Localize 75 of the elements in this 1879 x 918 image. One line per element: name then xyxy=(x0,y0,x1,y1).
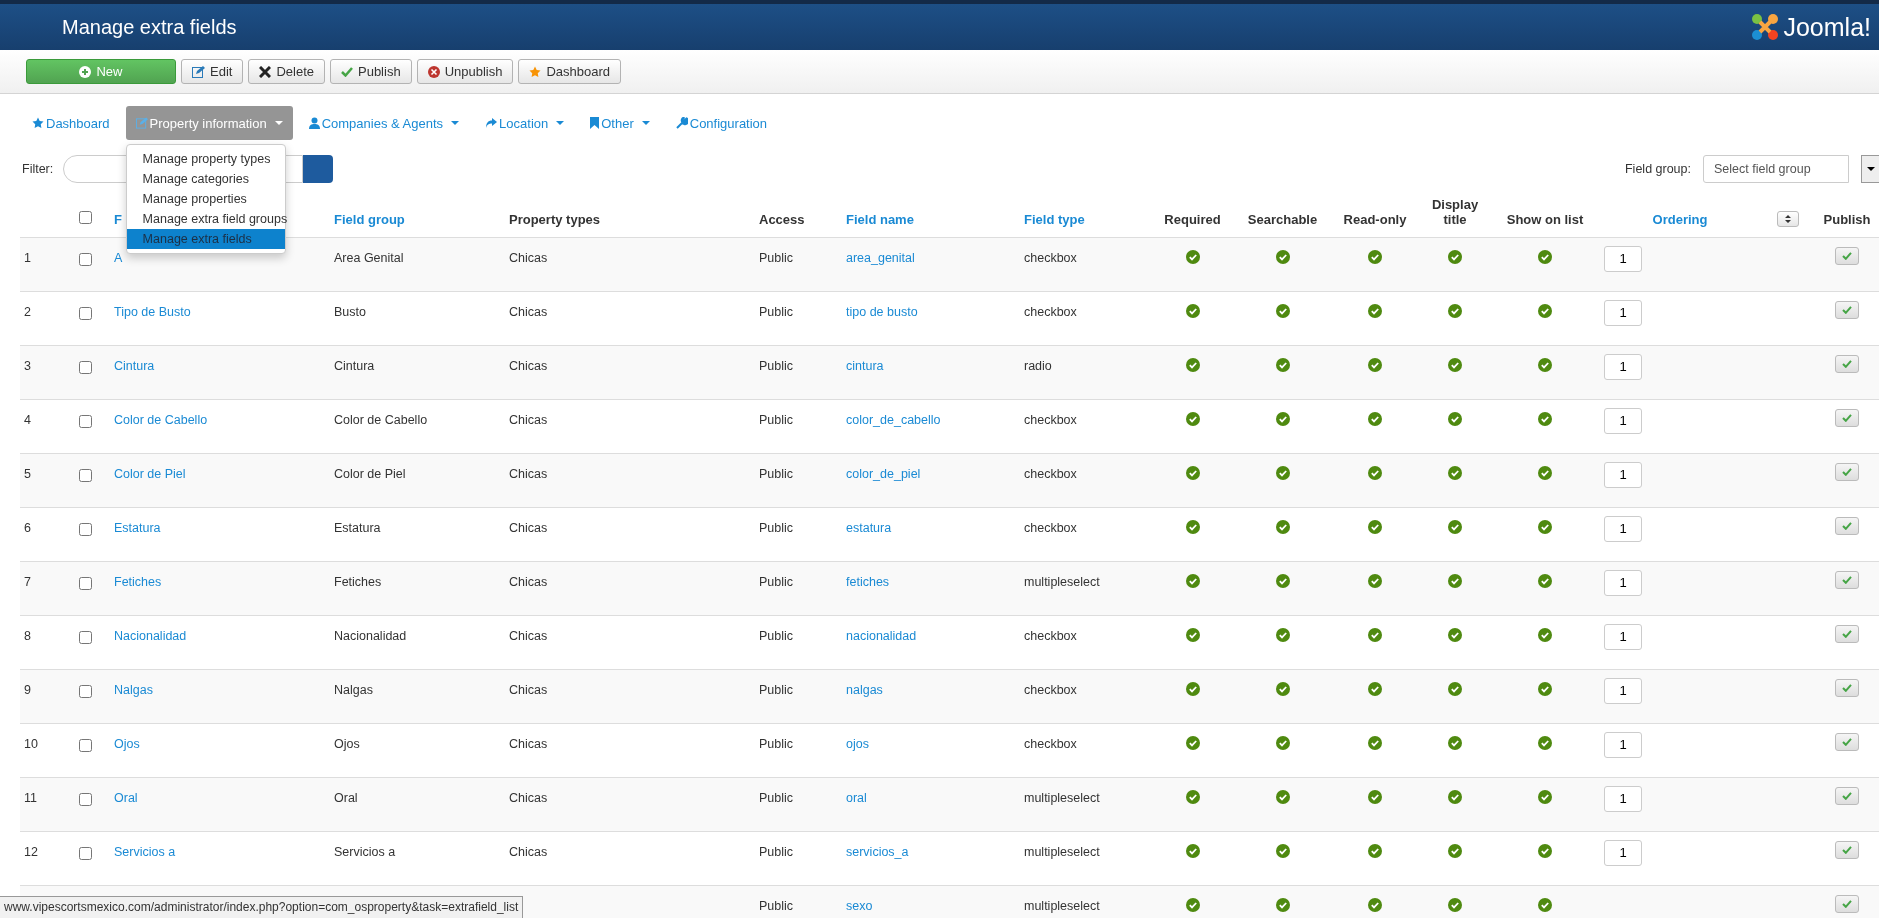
field-group-label: Field group: xyxy=(1625,162,1691,176)
row-number: 9 xyxy=(24,682,31,697)
status-bar-url: www.vipescortsmexico.com/administrator/index.php?option=com_osproperty&task=extrafield_list xyxy=(0,896,524,918)
column-header: Required xyxy=(1164,211,1221,227)
table-cell: checkbox xyxy=(1024,250,1077,265)
column-header: Show on list xyxy=(1506,211,1584,227)
table-cell: Chicas xyxy=(509,412,548,427)
table-cell: checkbox xyxy=(1024,304,1077,319)
row-number: 12 xyxy=(24,844,38,859)
row-number: 10 xyxy=(24,736,38,751)
row-number: 4 xyxy=(24,412,31,427)
table-cell: Public xyxy=(759,898,794,913)
table-cell: Chicas xyxy=(509,844,548,859)
table-cell: multipleselect xyxy=(1024,790,1100,805)
table-cell: checkbox xyxy=(1024,412,1077,427)
table-cell: Cintura xyxy=(334,358,375,373)
table-cell: Chicas xyxy=(509,736,548,751)
page-title: Manage extra fields xyxy=(62,15,237,39)
table-cell: Public xyxy=(759,412,794,427)
table-cell: Nacionalidad xyxy=(334,628,407,643)
table-cell: Chicas xyxy=(509,574,548,589)
row-number: 7 xyxy=(24,574,31,589)
table-cell: Fetiches xyxy=(334,574,382,589)
table-cell: Public xyxy=(759,628,794,643)
filter-label: Filter: xyxy=(22,162,54,176)
table-cell: Chicas xyxy=(509,682,548,697)
table-cell: radio xyxy=(1024,358,1052,373)
table-cell: Color de Piel xyxy=(334,466,406,481)
table-cell: Public xyxy=(759,520,794,535)
column-header: Searchable xyxy=(1247,211,1318,227)
row-number: 11 xyxy=(24,790,37,805)
column-header: Publish xyxy=(1823,211,1871,227)
row-number: 6 xyxy=(24,520,31,535)
column-header: Display title xyxy=(1431,196,1479,227)
table-cell: Servicios a xyxy=(334,844,396,859)
column-header: Read-only xyxy=(1343,211,1407,227)
row-number: 8 xyxy=(24,628,31,643)
table-cell: Public xyxy=(759,250,794,265)
table-cell: Public xyxy=(759,682,794,697)
column-header: Access xyxy=(759,211,805,227)
table-cell: Public xyxy=(759,844,794,859)
table-cell: Public xyxy=(759,358,794,373)
row-number: 1 xyxy=(24,250,31,265)
row-number: 5 xyxy=(24,466,31,481)
table-cell: multipleselect xyxy=(1024,844,1100,859)
table-cell: Busto xyxy=(334,304,366,319)
table-cell: Chicas xyxy=(509,358,548,373)
table-cell: Chicas xyxy=(509,250,548,265)
table-cell: Chicas xyxy=(509,304,548,319)
table-cell: Chicas xyxy=(509,466,548,481)
table-cell: Chicas xyxy=(509,520,548,535)
table-cell: Area Genital xyxy=(334,250,404,265)
table-cell: checkbox xyxy=(1024,628,1077,643)
row-number: 3 xyxy=(24,358,31,373)
table-cell: Public xyxy=(759,574,794,589)
table-cell: checkbox xyxy=(1024,520,1077,535)
table-cell: Color de Cabello xyxy=(334,412,428,427)
table-cell: Public xyxy=(759,790,794,805)
table-cell: Public xyxy=(759,304,794,319)
table-cell: Oral xyxy=(334,790,358,805)
table-cell: checkbox xyxy=(1024,682,1077,697)
table-cell: multipleselect xyxy=(1024,898,1100,913)
table-cell: multipleselect xyxy=(1024,574,1100,589)
table-cell: checkbox xyxy=(1024,736,1077,751)
table-cell: Chicas xyxy=(509,628,548,643)
column-header: Property types xyxy=(509,211,601,227)
table-cell: checkbox xyxy=(1024,466,1077,481)
table-cell: Public xyxy=(759,466,794,481)
table-cell: Nalgas xyxy=(334,682,373,697)
table-cell: Chicas xyxy=(509,790,548,805)
table-cell: Ojos xyxy=(334,736,360,751)
logo-text: Joomla! xyxy=(1783,12,1871,42)
row-number: 2 xyxy=(24,304,31,319)
table-cell: Public xyxy=(759,736,794,751)
table-cell: Estatura xyxy=(334,520,381,535)
